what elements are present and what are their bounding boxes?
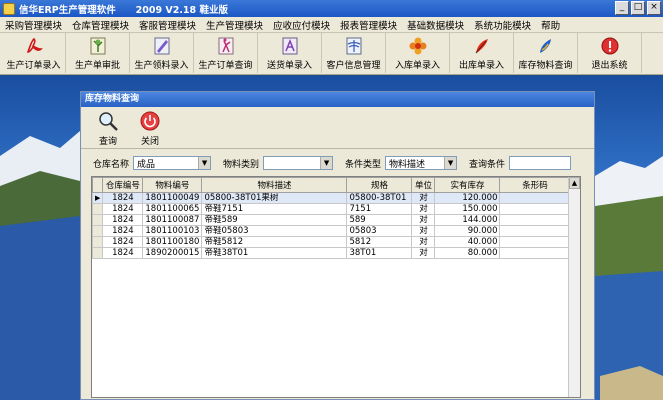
menu-receivable[interactable]: 应收应付模块 (268, 18, 335, 32)
table-row[interactable]: 1824 1801100103 帝鞋05803 05803 对 90.000 (92, 225, 571, 237)
dancer-icon (218, 37, 233, 55)
table-row[interactable]: 1824 1801100087 帝鞋589 589 对 144.000 (92, 214, 571, 226)
warehouse-label: 仓库名称 (93, 159, 130, 170)
toolbar-production-order-query[interactable]: 生产订单查询 (194, 33, 258, 73)
condition-type-label: 条件类型 (345, 159, 382, 170)
pen-icon (154, 37, 169, 55)
toolbar-stock-out-entry[interactable]: 出库单录入 (450, 33, 514, 73)
exit-icon (601, 37, 618, 55)
menu-report[interactable]: 报表管理模块 (335, 18, 402, 32)
title-bar: 信华ERP生产管理软件 2009 V2.18 鞋业版 _ □ × (0, 0, 663, 17)
vertical-scrollbar[interactable]: ▲ (568, 177, 580, 397)
chevron-down-icon: ▼ (198, 157, 211, 169)
pdf-icon (26, 38, 43, 53)
query-button[interactable]: 查询 (87, 107, 129, 148)
toolbar-material-requisition[interactable]: 生产领料录入 (130, 33, 194, 73)
table-row[interactable]: ▶ 1824 1801100049 05800-38T01果树 05800-38… (92, 192, 571, 204)
feather-icon (475, 39, 488, 54)
col-warehouse-no[interactable]: 仓库编号 (102, 177, 144, 193)
filter-bar: 仓库名称 成品 ▼ 物料类别 ▼ 条件类型 物料描述 ▼ 查询条件 (81, 152, 594, 174)
close-button[interactable]: × (647, 1, 661, 15)
row-pointer-icon: ▶ (92, 192, 104, 204)
toolbar-exit-system[interactable]: 退出系统 (578, 33, 642, 73)
toolbar-inventory-query[interactable]: 库存物料查询 (514, 33, 578, 73)
menubar: 采购管理模块 仓库管理模块 客服管理模块 生产管理模块 应收应付模块 报表管理模… (0, 17, 663, 33)
tree-icon (90, 37, 105, 55)
chevron-down-icon: ▼ (444, 157, 457, 169)
chevron-down-icon: ▼ (320, 157, 333, 169)
magnifier-icon (99, 112, 118, 131)
inner-toolbar: 查询 关闭 (81, 107, 594, 149)
menu-purchase[interactable]: 采购管理模块 (0, 18, 67, 32)
table-row[interactable]: 1824 1801100180 帝鞋5812 5812 对 40.000 (92, 236, 571, 248)
toolbar-customer-info[interactable]: 客户信息管理 (322, 33, 386, 73)
toolbar-stock-in-entry[interactable]: 入库单录入 (386, 33, 450, 73)
inventory-table: 仓库编号 物料编号 物料描述 规格 单位 实有库存 条形码 ▶ 1824 180… (91, 176, 581, 398)
table-row[interactable]: 1824 1890200015 帝鞋38T01 38T01 对 80.000 (92, 247, 571, 259)
scroll-up-icon[interactable]: ▲ (569, 177, 580, 189)
category-select[interactable]: ▼ (263, 156, 334, 170)
inventory-query-window: 库存物料查询 查询 关闭 仓库名称 成品 ▼ 物料类别 ▼ 条件类型 物料描述 … (80, 91, 595, 400)
menu-warehouse[interactable]: 仓库管理模块 (67, 18, 134, 32)
condition-label: 查询条件 (469, 159, 506, 170)
col-barcode[interactable]: 条形码 (499, 177, 571, 193)
condition-type-select[interactable]: 物料描述 ▼ (385, 156, 458, 170)
table-header-row: 仓库编号 物料编号 物料描述 规格 单位 实有库存 条形码 (92, 177, 571, 193)
dragonfly-icon (346, 37, 361, 55)
menu-help[interactable]: 帮助 (536, 18, 565, 32)
col-spec[interactable]: 规格 (346, 177, 413, 193)
close-window-button[interactable]: 关闭 (129, 107, 171, 148)
power-icon (140, 111, 160, 131)
toolbar-delivery-entry[interactable]: 送货单录入 (258, 33, 322, 73)
flower-icon (409, 37, 426, 55)
menu-customer[interactable]: 客服管理模块 (134, 18, 201, 32)
window-title: 信华ERP生产管理软件 2009 V2.18 鞋业版 (19, 4, 228, 16)
warehouse-select[interactable]: 成品 ▼ (133, 156, 212, 170)
col-stock[interactable]: 实有库存 (434, 177, 501, 193)
menu-production[interactable]: 生产管理模块 (201, 18, 268, 32)
col-material-no[interactable]: 物料编号 (142, 177, 203, 193)
quill-icon (539, 39, 551, 53)
category-label: 物料类别 (223, 159, 260, 170)
condition-input[interactable] (509, 156, 572, 170)
menu-system[interactable]: 系统功能模块 (469, 18, 536, 32)
toolbar-production-order-entry[interactable]: 生产订单录入 (2, 33, 66, 73)
col-material-desc[interactable]: 物料描述 (201, 177, 348, 193)
toolbar-production-approval[interactable]: 生产单审批 (66, 33, 130, 73)
col-unit[interactable]: 单位 (411, 177, 436, 193)
app-icon (3, 2, 15, 15)
maximize-button[interactable]: □ (631, 1, 645, 15)
menu-basic-data[interactable]: 基础数据模块 (402, 18, 469, 32)
inner-window-title: 库存物料查询 (81, 92, 594, 107)
compass-icon (282, 37, 297, 55)
main-toolbar: 生产订单录入 生产单审批 生产领料录入 生产订单查询 送货单录入 客户信息管理 … (0, 33, 663, 75)
table-row[interactable]: 1824 1801100065 帝鞋7151 7151 对 150.000 (92, 203, 571, 215)
minimize-button[interactable]: _ (615, 1, 629, 15)
